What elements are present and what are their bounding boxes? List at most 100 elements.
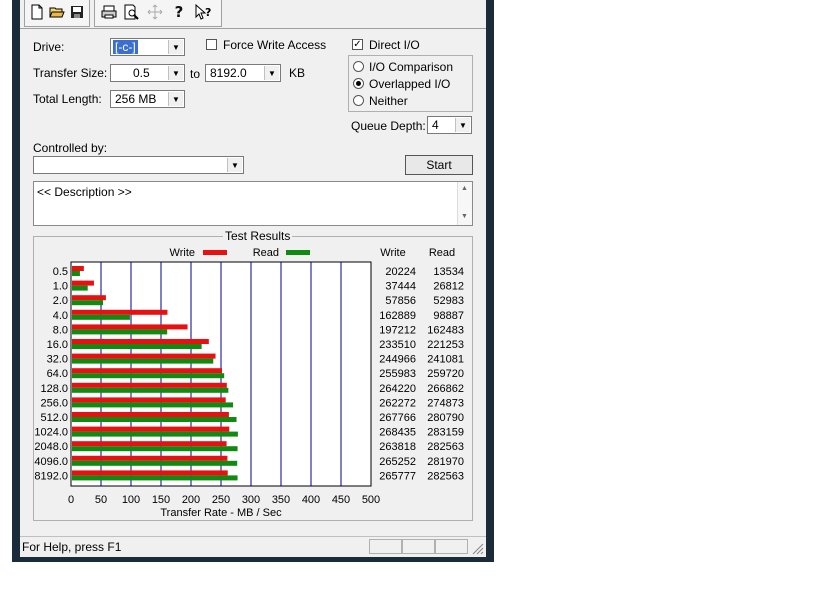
write-value: 233510 xyxy=(379,339,416,351)
read-bar xyxy=(72,373,225,379)
write-bar xyxy=(72,368,222,374)
y-tick-label: 8192.0 xyxy=(34,470,68,482)
app-window: ? ? Drive: [-c-] ▼ Force Write Access ✓ … xyxy=(12,0,494,562)
status-cell xyxy=(435,539,468,554)
write-value: 265252 xyxy=(379,456,416,468)
write-value: 244966 xyxy=(379,354,416,366)
status-bar: For Help, press F1 xyxy=(20,536,486,557)
write-bar xyxy=(72,339,209,344)
write-value: 262272 xyxy=(379,397,416,409)
legend-write-swatch xyxy=(203,250,227,255)
legend-read-swatch xyxy=(286,250,310,255)
y-tick-label: 64.0 xyxy=(47,368,68,380)
read-value: 274873 xyxy=(427,397,464,409)
y-tick-label: 2048.0 xyxy=(34,441,68,453)
x-tick-label: 450 xyxy=(332,494,350,506)
write-bar xyxy=(72,455,228,461)
read-value: 52983 xyxy=(433,295,464,307)
results-chart: Write Read Write Read 0 50 100 150 200 250 300 350 4… xyxy=(34,247,464,519)
write-value: 267766 xyxy=(379,412,416,424)
x-tick-label: 500 xyxy=(362,494,380,506)
read-value: 281970 xyxy=(427,456,464,468)
column-header-write: Write xyxy=(380,247,405,259)
y-tick-label: 1024.0 xyxy=(34,427,68,439)
x-tick-label: 50 xyxy=(95,494,107,506)
read-bar xyxy=(72,387,229,393)
read-bar xyxy=(72,417,237,422)
y-tick-label: 4.0 xyxy=(53,310,68,322)
y-tick-label: 2.0 xyxy=(53,295,68,307)
status-cell xyxy=(402,539,435,554)
write-value: 264220 xyxy=(379,383,416,395)
read-value: 221253 xyxy=(427,339,464,351)
write-bar xyxy=(72,426,230,432)
y-tick-label: 8.0 xyxy=(53,324,68,336)
read-bar xyxy=(72,300,104,306)
app-client-area: ? ? Drive: [-c-] ▼ Force Write Access ✓ … xyxy=(20,0,486,557)
read-bar xyxy=(72,402,234,408)
write-value: 197212 xyxy=(379,324,416,336)
y-tick-label: 512.0 xyxy=(40,412,68,424)
write-value: 57856 xyxy=(385,295,416,307)
write-value: 263818 xyxy=(379,441,416,453)
read-value: 162483 xyxy=(427,324,464,336)
read-value: 282563 xyxy=(427,470,464,482)
column-header-read: Read xyxy=(429,247,455,259)
x-tick-label: 150 xyxy=(152,494,170,506)
read-value: 98887 xyxy=(433,310,464,322)
x-tick-label: 0 xyxy=(68,494,74,506)
read-bar xyxy=(72,431,238,437)
x-tick-label: 350 xyxy=(272,494,290,506)
read-value: 13534 xyxy=(433,266,464,278)
read-bar xyxy=(72,285,88,291)
read-value: 280790 xyxy=(427,412,464,424)
write-value: 162889 xyxy=(379,310,416,322)
write-bar xyxy=(72,441,227,447)
read-bar xyxy=(72,460,238,466)
y-tick-label: 128.0 xyxy=(40,383,68,395)
write-bar xyxy=(72,280,94,286)
write-bar xyxy=(72,397,226,403)
y-tick-label: 0.5 xyxy=(53,266,68,278)
write-bar xyxy=(72,353,216,359)
legend-write-label: Write xyxy=(170,247,195,259)
read-value: 26812 xyxy=(433,281,464,293)
status-text: For Help, press F1 xyxy=(22,540,122,554)
x-tick-label: 300 xyxy=(242,494,260,506)
read-value: 241081 xyxy=(427,354,464,366)
write-value: 37444 xyxy=(385,281,416,293)
read-bar xyxy=(72,329,168,335)
y-tick-label: 16.0 xyxy=(47,339,68,351)
write-value: 268435 xyxy=(379,427,416,439)
read-bar xyxy=(72,475,238,481)
read-bar xyxy=(72,344,202,349)
y-tick-label: 4096.0 xyxy=(34,456,68,468)
read-bar xyxy=(72,358,214,364)
x-tick-label: 400 xyxy=(302,494,320,506)
read-value: 283159 xyxy=(427,427,464,439)
status-cell xyxy=(369,539,402,554)
read-bar xyxy=(72,271,80,276)
x-axis-title: Transfer Rate - MB / Sec xyxy=(160,507,282,519)
x-tick-label: 200 xyxy=(182,494,200,506)
write-bar xyxy=(72,266,84,271)
write-bar xyxy=(72,382,227,388)
read-bar xyxy=(72,446,238,452)
read-value: 282563 xyxy=(427,441,464,453)
write-bar xyxy=(72,309,168,315)
write-value: 255983 xyxy=(379,368,416,380)
write-bar xyxy=(72,324,188,330)
y-tick-label: 256.0 xyxy=(40,397,68,409)
read-value: 259720 xyxy=(427,368,464,380)
legend-read-label: Read xyxy=(253,247,279,259)
write-bar xyxy=(72,470,228,476)
read-bar xyxy=(72,314,130,320)
x-tick-label: 250 xyxy=(212,494,230,506)
resize-grip-icon[interactable] xyxy=(472,543,484,555)
read-value: 266862 xyxy=(427,383,464,395)
y-tick-label: 1.0 xyxy=(53,281,68,293)
write-value: 265777 xyxy=(379,470,416,482)
x-tick-label: 100 xyxy=(122,494,140,506)
y-tick-label: 32.0 xyxy=(47,354,68,366)
write-bar xyxy=(72,412,229,417)
